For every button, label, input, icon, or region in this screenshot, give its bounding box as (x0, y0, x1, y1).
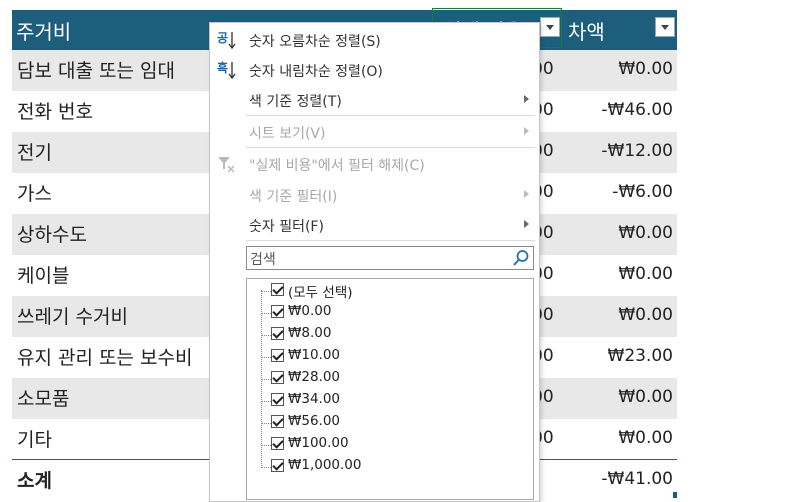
filter-dropdown-difference-button[interactable] (655, 17, 675, 37)
checkbox-checked-icon[interactable] (271, 415, 284, 428)
menu-sort-ascending[interactable]: 공 숫자 오름차순 정렬(S) (210, 25, 539, 55)
row-category: 담보 대출 또는 임대 (17, 60, 175, 82)
row-category: 쓰레기 수거비 (17, 306, 128, 328)
row-difference: ₩0.00 (618, 428, 673, 448)
row-category: 전화 번호 (17, 101, 93, 123)
chevron-down-icon (661, 24, 669, 30)
filter-value-label: ₩56.00 (288, 413, 340, 429)
filter-value-item[interactable]: ₩8.00 (247, 324, 527, 346)
checkbox-checked-icon[interactable] (271, 371, 284, 384)
menu-sort-by-color[interactable]: 색 기준 정렬(T) (210, 85, 539, 115)
total-label: 소계 (17, 470, 52, 492)
checkbox-checked-icon[interactable] (271, 437, 284, 450)
filter-value-label: ₩34.00 (288, 391, 340, 407)
table-resize-handle[interactable] (673, 492, 677, 498)
filter-value-item[interactable]: ₩34.00 (247, 390, 527, 412)
row-difference: ₩0.00 (618, 59, 673, 79)
autofilter-menu: 공 숫자 오름차순 정렬(S) 흑 숫자 내림차순 정렬(O) 색 기준 정렬(… (209, 22, 540, 502)
search-placeholder: 검색 (250, 252, 276, 268)
filter-value-label: ₩8.00 (288, 325, 332, 341)
menu-separator (246, 147, 535, 148)
row-difference: -₩46.00 (601, 100, 673, 120)
filter-select-all[interactable]: (모두 선택) (247, 280, 527, 302)
menu-label: 숫자 오름차순 정렬(S) (249, 34, 381, 50)
row-category: 소모품 (17, 388, 70, 410)
checkbox-checked-icon[interactable] (271, 459, 284, 472)
menu-sheet-view: 시트 보기(V) (210, 117, 539, 147)
menu-separator (246, 240, 535, 241)
filter-values-list: (모두 선택) ₩0.00 ₩8.00 ₩10.00 ₩28.00 ₩34.00 ₩56.0… (246, 278, 534, 500)
chevron-right-icon (524, 95, 529, 103)
filter-value-item[interactable]: ₩100.00 (247, 434, 527, 456)
row-difference: ₩0.00 (618, 223, 673, 243)
menu-number-filters[interactable]: 숫자 필터(F) (210, 210, 539, 240)
chevron-down-icon (546, 24, 554, 30)
menu-separator (246, 115, 535, 116)
svg-text:흑: 흑 (217, 60, 228, 75)
row-category: 전기 (17, 142, 52, 164)
chevron-right-icon (524, 127, 529, 135)
total-diff: -₩41.00 (601, 469, 673, 489)
menu-filter-by-color: 색 기준 필터(I) (210, 180, 539, 210)
row-difference: -₩12.00 (601, 141, 673, 161)
filter-value-label: ₩100.00 (288, 435, 349, 451)
filter-value-label: (모두 선택) (288, 285, 353, 301)
row-difference: ₩0.00 (618, 387, 673, 407)
filter-value-label: ₩0.00 (288, 303, 332, 319)
chevron-right-icon (524, 190, 529, 198)
filter-value-item[interactable]: ₩56.00 (247, 412, 527, 434)
header-category[interactable]: 주거비 (16, 16, 71, 45)
filter-value-item[interactable]: ₩0.00 (247, 302, 527, 324)
sort-descending-icon: 흑 (216, 59, 238, 81)
sort-ascending-icon: 공 (216, 29, 238, 51)
menu-label: 색 기준 필터(I) (249, 189, 338, 205)
checkbox-checked-icon[interactable] (271, 349, 284, 362)
filter-value-item[interactable]: ₩1,000.00 (247, 456, 527, 478)
menu-label: 숫자 필터(F) (249, 219, 324, 235)
row-difference: ₩0.00 (618, 264, 673, 284)
menu-clear-filter: "실제 비용"에서 필터 해제(C) (210, 149, 539, 179)
svg-text:공: 공 (217, 31, 228, 45)
checkbox-checked-icon[interactable] (271, 327, 284, 340)
filter-value-label: ₩28.00 (288, 369, 340, 385)
clear-filter-icon (216, 153, 238, 175)
row-difference: -₩6.00 (612, 182, 673, 202)
row-difference: ₩23.00 (607, 346, 673, 366)
row-difference: ₩0.00 (618, 305, 673, 325)
checkbox-checked-icon[interactable] (271, 283, 284, 296)
header-difference[interactable]: 차액 (568, 16, 605, 45)
row-category: 상하수도 (17, 224, 87, 246)
row-category: 케이블 (17, 265, 70, 287)
search-icon (513, 250, 529, 266)
row-category: 가스 (17, 183, 52, 205)
checkbox-checked-icon[interactable] (271, 393, 284, 406)
menu-label: 숫자 내림차순 정렬(O) (249, 64, 383, 80)
menu-label: 색 기준 정렬(T) (249, 94, 342, 110)
row-category: 기타 (17, 429, 52, 451)
chevron-right-icon (524, 220, 529, 228)
menu-label: "실제 비용"에서 필터 해제(C) (249, 158, 425, 174)
filter-value-label: ₩10.00 (288, 347, 340, 363)
row-category: 유지 관리 또는 보수비 (17, 347, 193, 369)
filter-search-input[interactable]: 검색 (246, 246, 534, 270)
menu-label: 시트 보기(V) (249, 126, 326, 142)
checkbox-checked-icon[interactable] (271, 305, 284, 318)
filter-value-label: ₩1,000.00 (288, 457, 362, 473)
menu-sort-descending[interactable]: 흑 숫자 내림차순 정렬(O) (210, 55, 539, 85)
filter-value-item[interactable]: ₩28.00 (247, 368, 527, 390)
filter-value-item[interactable]: ₩10.00 (247, 346, 527, 368)
filter-dropdown-actual-button[interactable] (540, 17, 560, 37)
